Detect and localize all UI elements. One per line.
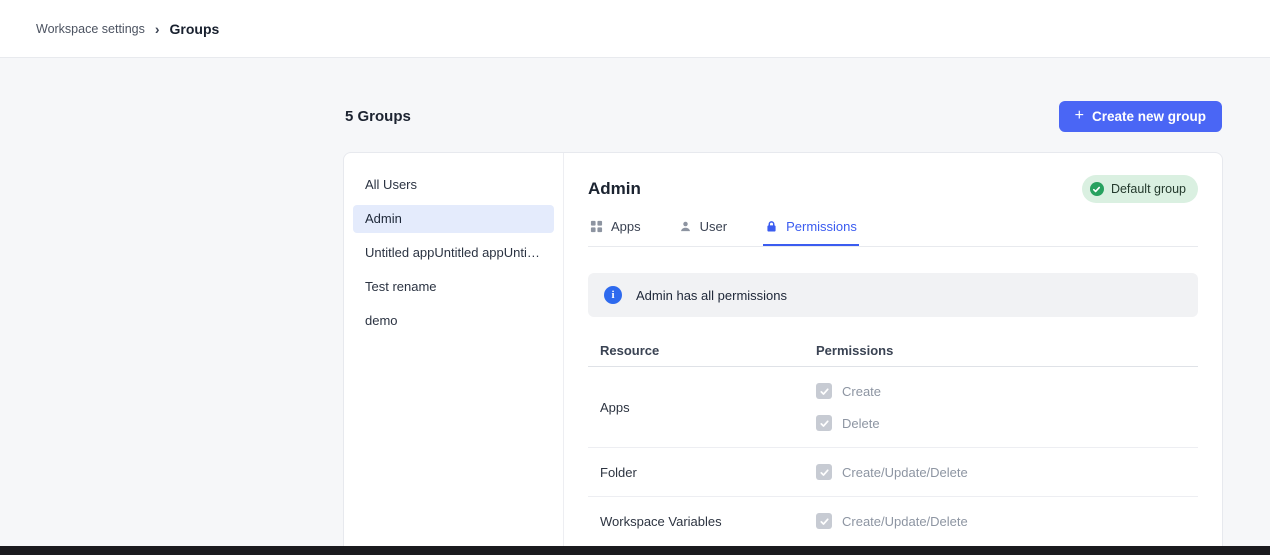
permission-label: Create	[842, 384, 881, 399]
permissions-info-banner: i Admin has all permissions	[588, 273, 1198, 317]
resource-label: Apps	[600, 400, 806, 415]
column-header-permissions: Permissions	[806, 343, 1198, 358]
plus-icon: +	[1075, 108, 1084, 124]
group-detail: Admin Default group Apps	[564, 153, 1222, 555]
permission-lines: Create/Update/Delete	[806, 456, 1198, 488]
checkbox-apps-delete[interactable]	[816, 415, 832, 431]
checkbox-apps-create[interactable]	[816, 383, 832, 399]
checkbox-workspace-variables-cud[interactable]	[816, 513, 832, 529]
tab-user[interactable]: User	[677, 219, 729, 246]
lock-icon	[765, 220, 778, 233]
breadcrumb-workspace-settings[interactable]: Workspace settings	[36, 22, 145, 36]
user-icon	[679, 220, 692, 233]
group-item-test-rename[interactable]: Test rename	[353, 273, 554, 301]
topbar: Workspace settings › Groups	[0, 0, 1270, 58]
group-detail-header: Admin Default group	[588, 175, 1198, 203]
group-item-admin[interactable]: Admin	[353, 205, 554, 233]
group-item-all-users[interactable]: All Users	[353, 171, 554, 199]
permission-label: Delete	[842, 416, 880, 431]
check-circle-icon	[1090, 182, 1104, 196]
resource-label: Folder	[600, 465, 806, 480]
permission-line-folder: Create/Update/Delete	[816, 456, 1198, 488]
resource-label: Workspace Variables	[600, 514, 806, 529]
permissions-table-header: Resource Permissions	[588, 335, 1198, 367]
tab-permissions-label: Permissions	[786, 219, 857, 234]
checkbox-folder-cud[interactable]	[816, 464, 832, 480]
table-row-workspace-variables: Workspace Variables Create/Update/Delete	[588, 497, 1198, 545]
group-list: All Users Admin Untitled appUntitled app…	[344, 153, 564, 555]
group-item-untitled-app[interactable]: Untitled appUntitled appUntitle…	[353, 239, 554, 267]
group-item-demo[interactable]: demo	[353, 307, 554, 335]
column-header-resource: Resource	[600, 343, 806, 358]
group-title: Admin	[588, 179, 641, 199]
tab-apps-label: Apps	[611, 219, 641, 234]
permission-lines: Create/Update/Delete	[806, 505, 1198, 537]
permissions-info-text: Admin has all permissions	[636, 288, 787, 303]
permission-lines: Create Delete	[806, 375, 1198, 439]
permission-label: Create/Update/Delete	[842, 514, 968, 529]
tab-user-label: User	[700, 219, 727, 234]
default-group-badge-label: Default group	[1111, 182, 1186, 196]
info-icon: i	[604, 286, 622, 304]
create-new-group-button[interactable]: + Create new group	[1059, 101, 1222, 132]
tab-apps[interactable]: Apps	[588, 219, 643, 246]
create-new-group-label: Create new group	[1092, 109, 1206, 124]
groups-card: All Users Admin Untitled appUntitled app…	[343, 152, 1223, 555]
breadcrumb-current-groups: Groups	[170, 21, 220, 37]
permissions-table: Resource Permissions Apps Create	[588, 335, 1198, 545]
permission-label: Create/Update/Delete	[842, 465, 968, 480]
table-row-folder: Folder Create/Update/Delete	[588, 448, 1198, 497]
page: Workspace settings › Groups 5 Groups + C…	[0, 0, 1270, 555]
default-group-badge: Default group	[1082, 175, 1198, 203]
chevron-right-icon: ›	[155, 22, 160, 36]
permission-line-workspace-variables: Create/Update/Delete	[816, 505, 1198, 537]
permission-line-create: Create	[816, 375, 1198, 407]
apps-grid-icon	[590, 220, 603, 233]
bottom-bar	[0, 546, 1270, 555]
groups-toolbar: 5 Groups + Create new group	[345, 100, 1222, 132]
permission-line-delete: Delete	[816, 407, 1198, 439]
table-row-apps: Apps Create Delete	[588, 367, 1198, 448]
tab-permissions[interactable]: Permissions	[763, 219, 859, 246]
groups-count: 5 Groups	[345, 108, 411, 125]
group-detail-tabs: Apps User Permissions	[588, 219, 1198, 247]
